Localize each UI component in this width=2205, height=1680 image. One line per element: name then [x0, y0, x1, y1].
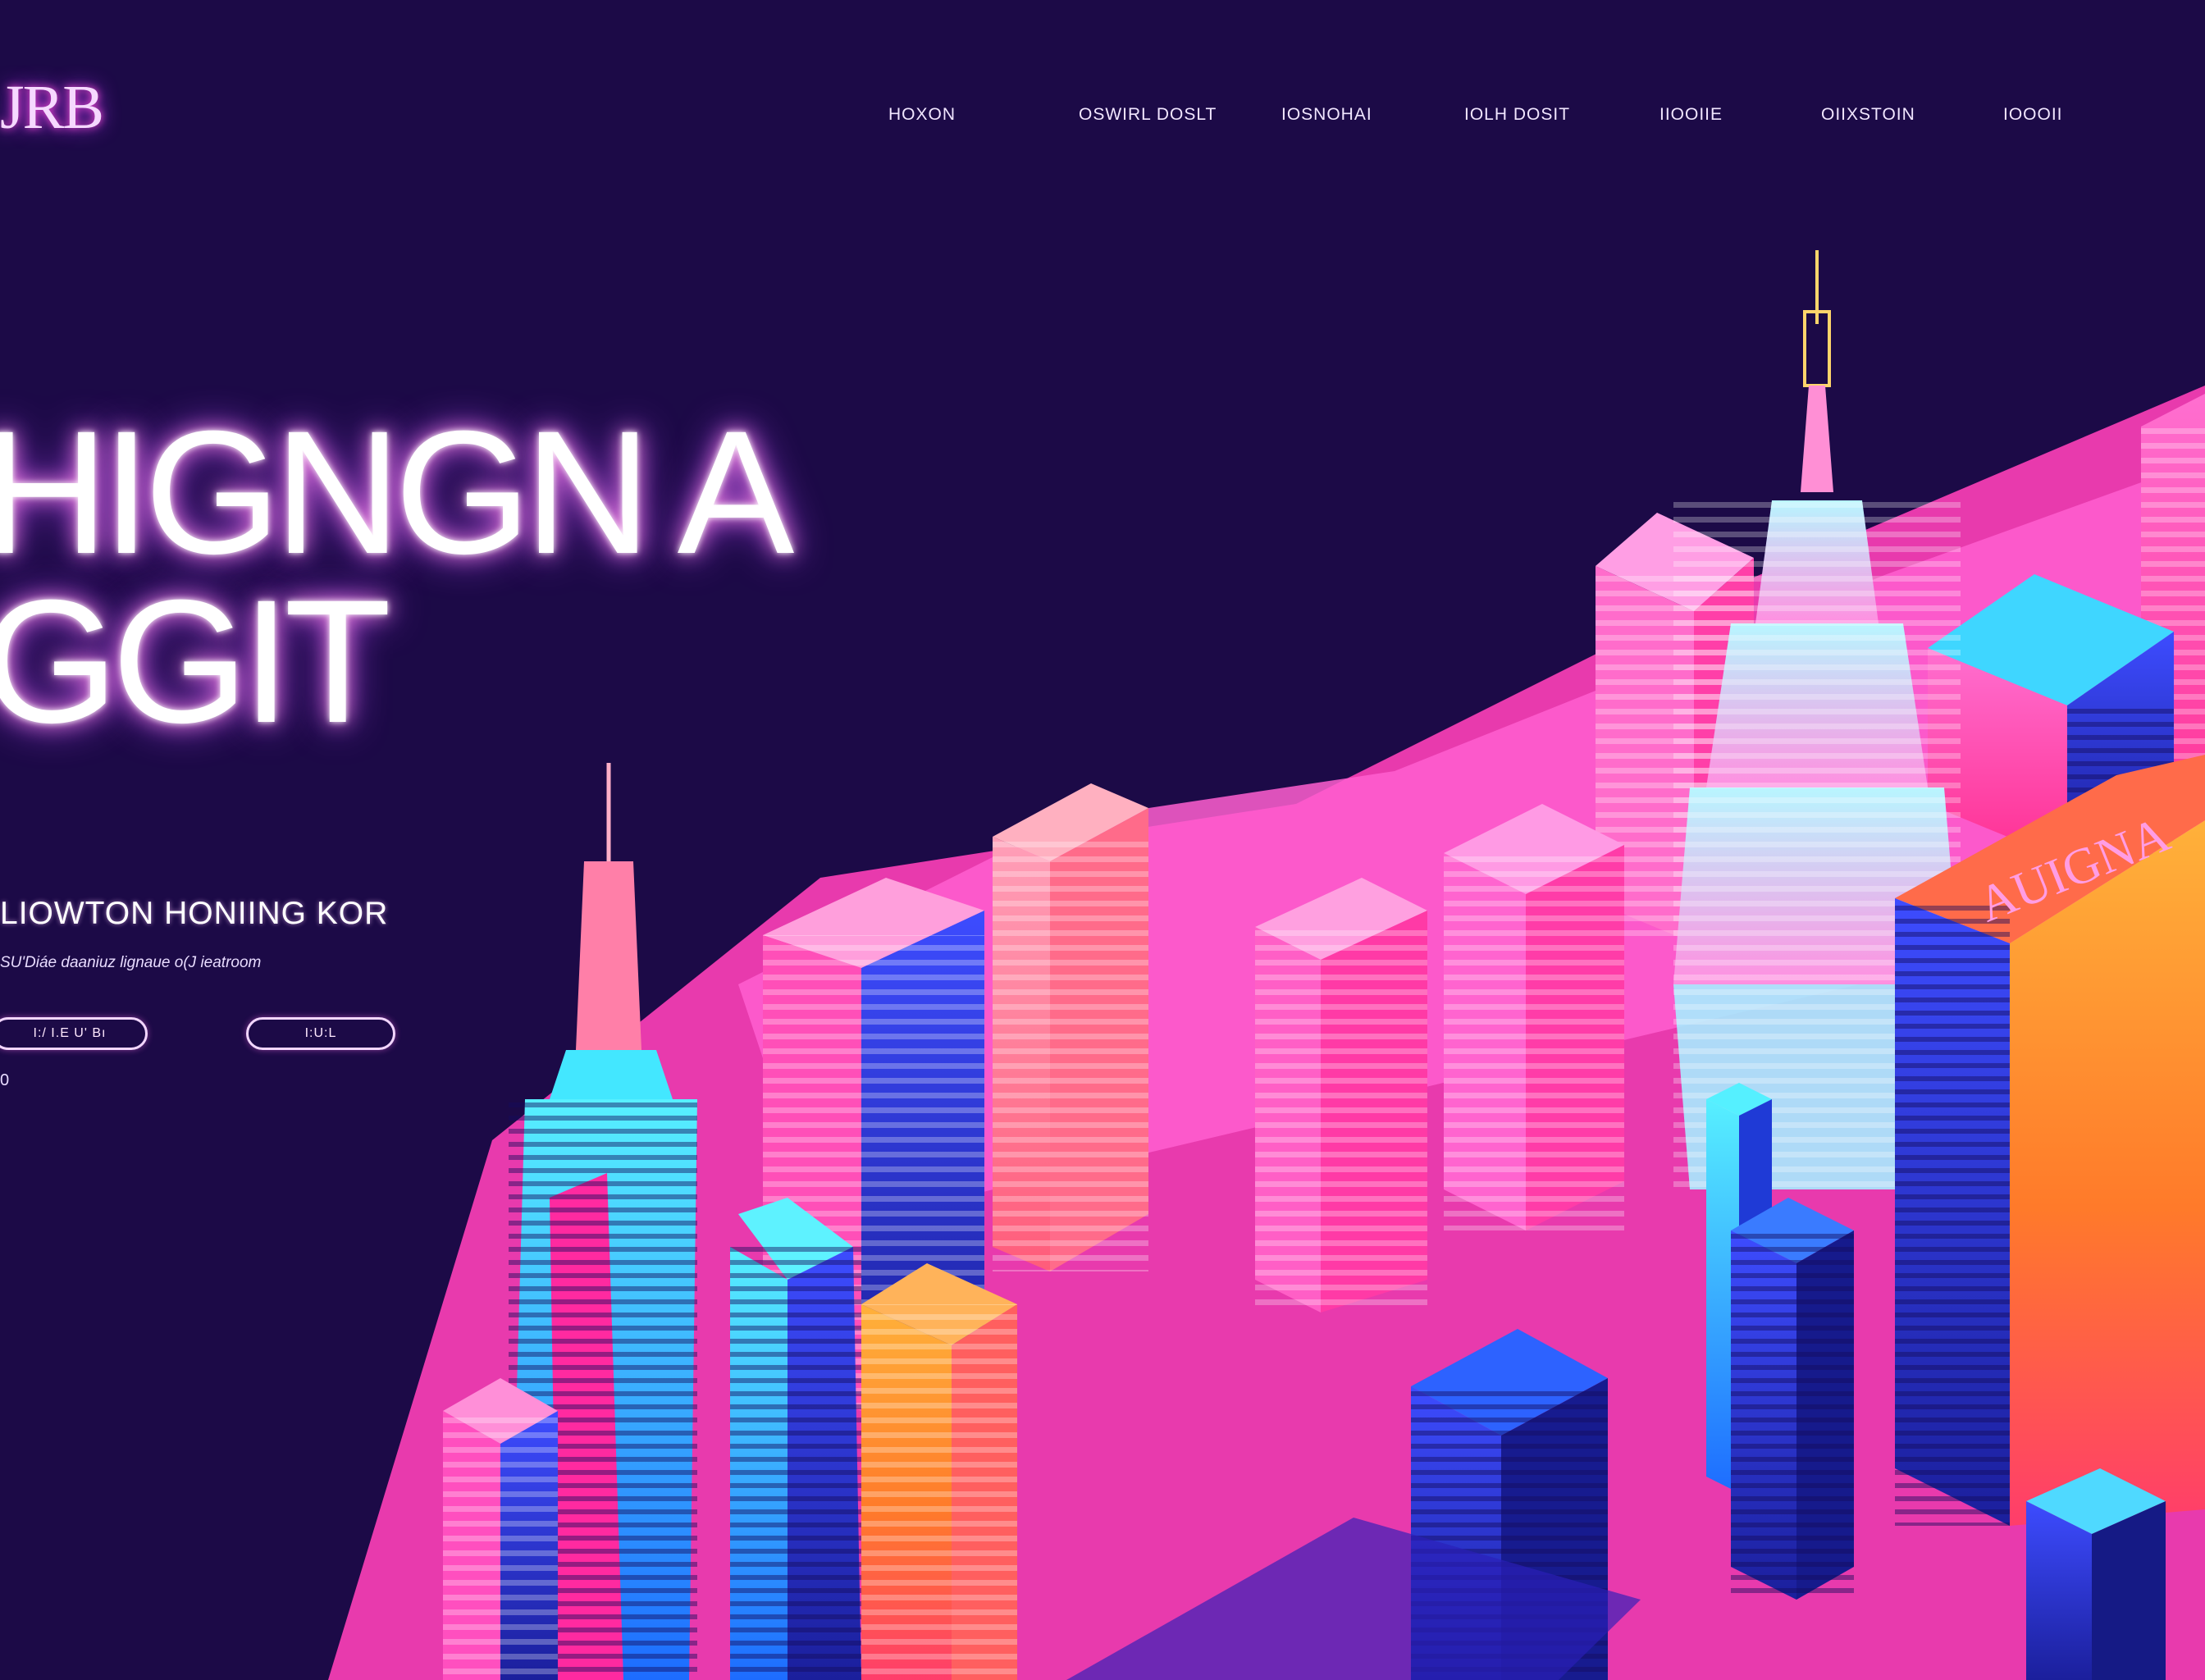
- hero-title: HIGNGN A GGIT: [0, 395, 794, 760]
- building-pink-center-2: [1444, 804, 1624, 1230]
- nav-item-6[interactable]: OIIXSTOIN: [1821, 105, 1915, 125]
- secondary-cta-button[interactable]: I:U:L: [246, 1017, 395, 1050]
- building-left-small: [443, 1378, 558, 1680]
- nav-item-5[interactable]: IIOOIIE: [1659, 105, 1723, 125]
- hero-subtitle: LIOWTON HONIING KOR: [0, 896, 389, 931]
- landing-page: AUIGNA JRB HOXON OSWIRL DOSLT IOSNOHAI I…: [0, 0, 2205, 1680]
- nav-item-4[interactable]: IOLH DOSIT: [1464, 105, 1570, 125]
- neon-city-illustration: AUIGNA: [328, 250, 2205, 1680]
- nav-item-2[interactable]: OSWIRL DOSLT: [1079, 105, 1217, 125]
- hero-note: 0: [0, 1071, 10, 1089]
- building-blue-mid: [1731, 1198, 1854, 1600]
- hero-title-line-1: HIGNGN A: [0, 395, 794, 591]
- nav-item-1[interactable]: HOXON: [888, 105, 956, 125]
- nav-item-7[interactable]: IOOOII: [2003, 105, 2063, 125]
- main-nav: HOXON OSWIRL DOSLT IOSNOHAI IOLH DOSIT I…: [0, 105, 2205, 133]
- nav-item-3[interactable]: IOSNOHAI: [1281, 105, 1372, 125]
- building-bottom-right: [2026, 1468, 2166, 1680]
- hero-title-line-2: GGIT: [0, 564, 391, 760]
- building-pink-center: [1255, 878, 1427, 1312]
- hero-description: SU'Diáe daaniuz lignaue o(J ieatroom: [0, 954, 262, 971]
- primary-cta-button[interactable]: I:/ I.E U' Bı: [0, 1017, 148, 1050]
- building-peach-tower: [993, 783, 1148, 1271]
- building-orange-front: [861, 1263, 1017, 1680]
- building-cyan-front: [730, 1198, 861, 1680]
